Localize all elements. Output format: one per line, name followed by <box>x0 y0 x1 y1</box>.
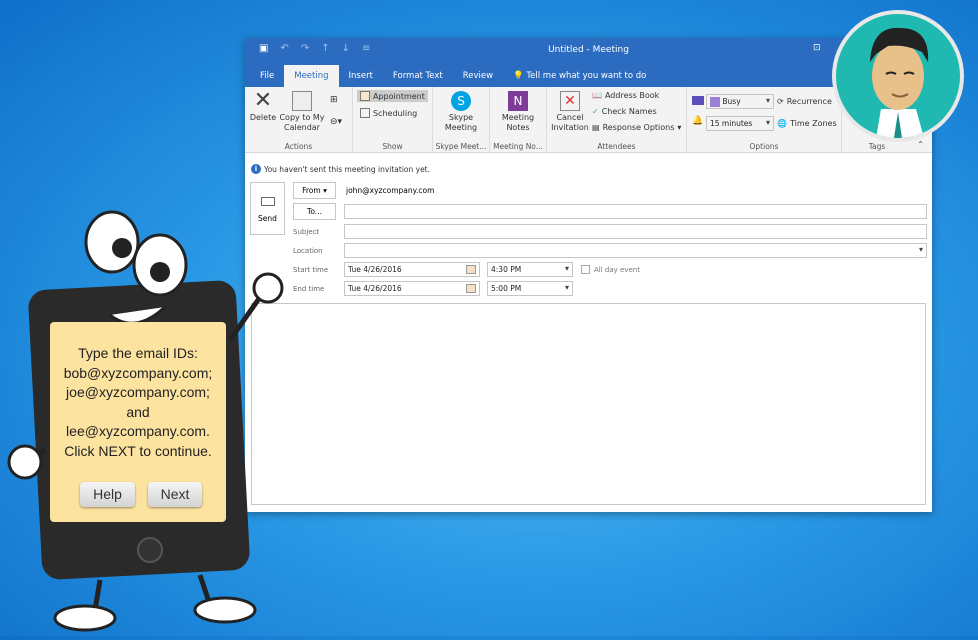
lightbulb-icon: 💡 <box>513 71 524 81</box>
instruction-line: joe@xyzcompany.com; <box>66 384 210 400</box>
from-button[interactable]: From ▾ <box>293 182 336 199</box>
appointment-icon <box>360 91 370 101</box>
group-skype: S Skype Meeting Skype Meet... <box>433 87 490 153</box>
window-title: Untitled - Meeting <box>548 45 629 55</box>
checkbox-icon <box>581 265 590 274</box>
scheduling-button[interactable]: Scheduling <box>360 108 417 118</box>
check-names-icon: ✓ <box>592 107 599 116</box>
to-input[interactable] <box>344 204 927 219</box>
instruction-line: and <box>126 403 150 420</box>
tab-review[interactable]: Review <box>453 71 503 87</box>
tab-file[interactable]: File <box>245 71 284 87</box>
address-book-button[interactable]: 📖 Address Book <box>592 91 659 100</box>
group-show: Appointment Scheduling Show <box>353 87 433 153</box>
busy-swatch <box>710 97 720 107</box>
start-time-dropdown[interactable]: 4:30 PM <box>487 262 573 277</box>
end-date-input[interactable]: Tue 4/26/2016 <box>344 281 480 296</box>
end-time-dropdown[interactable]: 5:00 PM <box>487 281 573 296</box>
group-attendees: ✕ Cancel Invitation 📖 Address Book ✓ Check … <box>547 87 687 153</box>
reminder-dropdown[interactable]: 15 minutes <box>706 116 774 131</box>
cancel-invitation-button[interactable]: ✕ Cancel Invitation <box>549 91 591 133</box>
tell-me-search[interactable]: 💡 Tell me what you want to do <box>503 71 656 87</box>
skype-meeting-button[interactable]: S Skype Meeting <box>438 91 484 133</box>
appointment-button[interactable]: Appointment <box>357 90 428 102</box>
tab-insert[interactable]: Insert <box>339 71 383 87</box>
group-label: Meeting No... <box>493 142 543 151</box>
ribbon-display-icon[interactable]: ⊡ <box>813 43 821 53</box>
group-actions: ✕ Delete Copy to My Calendar ⊞ ⊖▾ Actions <box>245 87 353 153</box>
instruction-line: Click NEXT to continue. <box>64 442 212 459</box>
forward-icon[interactable]: ⊞ <box>330 95 338 105</box>
instruction-line: bob@xyzcompany.com; <box>63 364 213 381</box>
from-value: john@xyzcompany.com <box>346 186 435 195</box>
calendar-icon <box>292 91 312 111</box>
info-bar: i You haven't sent this meeting invitatio… <box>251 164 430 174</box>
tab-meeting[interactable]: Meeting <box>284 65 339 87</box>
response-options-icon: ▤ <box>592 123 600 132</box>
group-label: Show <box>382 142 403 151</box>
meeting-notes-button[interactable]: N Meeting Notes <box>495 91 541 133</box>
group-label: Skype Meet... <box>435 142 487 151</box>
response-options-button[interactable]: ▤ Response Options ▾ <box>592 123 681 132</box>
scheduling-icon <box>360 108 370 118</box>
location-input[interactable] <box>344 243 927 258</box>
instruction-line: Type the email IDs: <box>78 345 198 361</box>
all-day-checkbox[interactable]: All day event <box>581 265 640 274</box>
group-label: Actions <box>284 142 313 151</box>
globe-icon: 🌐 <box>777 119 787 128</box>
start-date-input[interactable]: Tue 4/26/2016 <box>344 262 480 277</box>
avatar-character <box>832 10 964 142</box>
delete-x-icon: ✕ <box>253 88 273 113</box>
onenote-icon: N <box>508 91 528 111</box>
calendar-picker-icon[interactable] <box>466 284 476 293</box>
group-options: Busy ⟳Recurrence 🔔 15 minutes 🌐Time Zone… <box>687 87 842 153</box>
address-book-icon: 📖 <box>592 91 602 100</box>
businessman-illustration <box>870 27 929 138</box>
ribbon: ✕ Delete Copy to My Calendar ⊞ ⊖▾ Actions… <box>245 87 932 153</box>
move-icon[interactable]: ⊖▾ <box>330 117 342 127</box>
info-icon: i <box>251 164 261 174</box>
recurrence-icon: ⟳ <box>777 97 784 106</box>
group-label: Options <box>749 142 779 151</box>
show-as-icon <box>692 96 704 105</box>
title-bar: ▣ ↶ ↷ ↑ ↓ ≡ Untitled - Meeting ⊡ <box>245 38 932 62</box>
instruction-line: lee@xyzcompany.com. <box>66 423 210 439</box>
ribbon-tabs: File Meeting Insert Format Text Review 💡… <box>245 62 932 87</box>
delete-button[interactable]: ✕ Delete <box>249 88 277 123</box>
calendar-picker-icon[interactable] <box>466 265 476 274</box>
recurrence-button[interactable]: ⟳ Recurrence <box>777 97 832 106</box>
group-notes: N Meeting Notes Meeting No... <box>490 87 547 153</box>
message-body[interactable] <box>251 303 926 505</box>
subject-input[interactable] <box>344 224 927 239</box>
check-names-button[interactable]: ✓ Check Names <box>592 107 657 116</box>
help-button[interactable]: Help <box>80 482 135 507</box>
skype-icon: S <box>451 91 471 111</box>
show-as-dropdown[interactable]: Busy <box>706 94 774 109</box>
copy-to-calendar-button[interactable]: Copy to My Calendar <box>278 91 326 133</box>
group-label: Tags <box>868 142 886 151</box>
collapse-ribbon-icon[interactable]: ⌃ <box>917 140 924 149</box>
group-label: Attendees <box>597 142 636 151</box>
next-button[interactable]: Next <box>148 482 202 507</box>
time-zones-button[interactable]: 🌐 Time Zones <box>777 119 837 128</box>
tab-format-text[interactable]: Format Text <box>383 71 453 87</box>
cancel-calendar-icon: ✕ <box>560 91 580 111</box>
outlook-meeting-window: ▣ ↶ ↷ ↑ ↓ ≡ Untitled - Meeting ⊡ File Meeting… <box>245 38 932 512</box>
reminder-bell-icon: 🔔 <box>692 116 704 126</box>
